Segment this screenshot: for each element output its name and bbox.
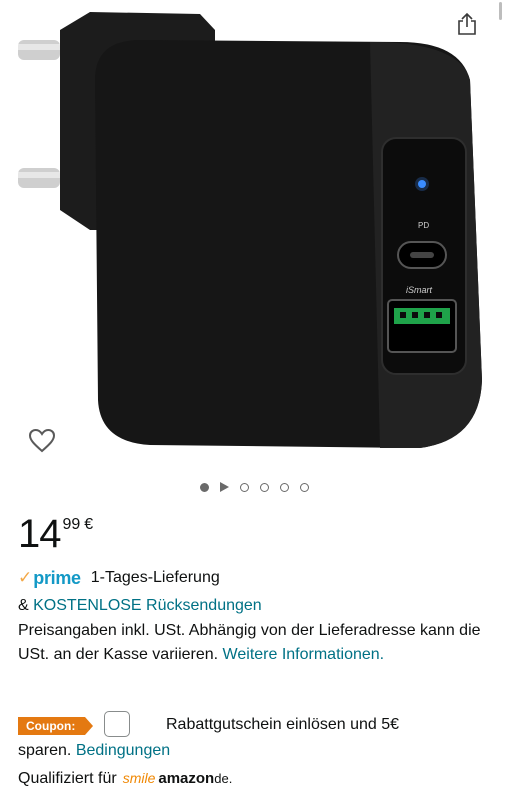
smile-wordmark: smile <box>122 770 156 786</box>
coupon-badge: Coupon: <box>18 717 94 735</box>
pagination-dot[interactable] <box>299 482 309 492</box>
coupon-text-continued: sparen. Bedingungen <box>18 740 170 762</box>
price-currency: € <box>84 516 94 533</box>
smile-eligibility: Qualifiziert für smile amazon de. <box>18 767 232 790</box>
ismart-label: iSmart <box>406 285 433 295</box>
amazon-smile-logo: smile amazon de. <box>123 767 233 790</box>
more-info-link[interactable]: Weitere Informationen. <box>223 646 385 663</box>
returns-prefix: & <box>18 597 34 614</box>
terms-link[interactable]: Bedingungen <box>76 742 170 759</box>
prime-check-icon: ✓ <box>18 568 33 587</box>
tax-notice: Preisangaben inkl. USt. Abhängig von der… <box>18 619 488 667</box>
prime-delivery[interactable]: ✓ prime 1-Tages-Lieferung <box>18 567 220 589</box>
image-pagination[interactable] <box>0 482 508 492</box>
pagination-dot[interactable] <box>259 482 269 492</box>
scrollbar[interactable] <box>499 2 502 20</box>
pagination-dot[interactable] <box>199 482 209 492</box>
de-wordmark: de. <box>214 771 233 786</box>
amazon-wordmark: amazon <box>158 770 215 787</box>
price-whole: 14 <box>18 512 61 556</box>
product-image-gallery[interactable]: PD iSmart <box>0 0 508 470</box>
prime-logo: ✓ prime <box>18 567 81 589</box>
pd-label: PD <box>418 221 429 230</box>
free-returns-link[interactable]: KOSTENLOSE Rücksendungen <box>33 597 262 614</box>
coupon-text-end: sparen. <box>18 742 72 759</box>
price: 14 99 € <box>18 512 93 556</box>
play-icon[interactable] <box>219 482 229 492</box>
pagination-dot[interactable] <box>239 482 249 492</box>
price-fraction: 99 <box>62 516 81 533</box>
share-icon[interactable] <box>455 12 479 36</box>
returns-row: & KOSTENLOSE Rücksendungen <box>18 595 262 617</box>
delivery-text: 1-Tages-Lieferung <box>90 569 220 586</box>
smile-prefix: Qualifiziert für <box>18 769 117 787</box>
prime-wordmark: prime <box>33 568 81 588</box>
heart-icon[interactable] <box>28 428 56 454</box>
pagination-dot[interactable] <box>279 482 289 492</box>
coupon-row: Coupon: Rabattgutschein einlösen und 5€ <box>18 711 498 739</box>
coupon-text: Rabattgutschein einlösen und 5€ <box>166 716 400 733</box>
product-image[interactable]: PD iSmart <box>0 0 508 470</box>
coupon-checkbox[interactable] <box>104 711 130 737</box>
